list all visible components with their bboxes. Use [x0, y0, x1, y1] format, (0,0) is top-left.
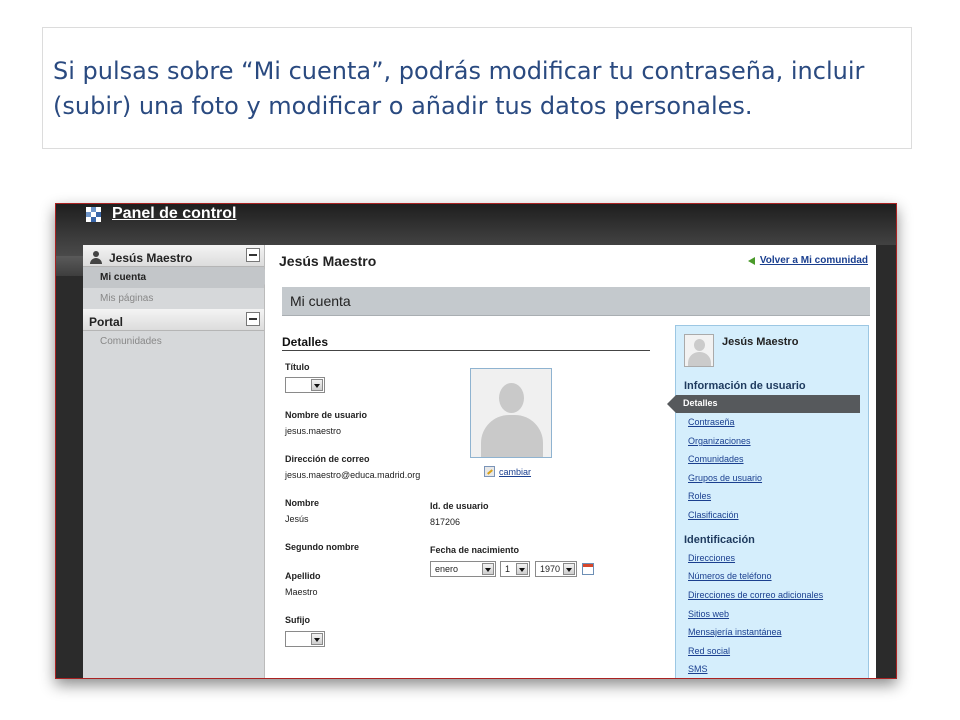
slide-caption: Si pulsas sobre “Mi cuenta”, podrás modi… — [53, 57, 865, 120]
user-id-label: Id. de usuario — [430, 501, 489, 511]
nav-item-roles[interactable]: Roles — [688, 491, 711, 501]
change-photo-link[interactable]: cambiar — [484, 466, 531, 477]
birth-month-select[interactable]: enero — [430, 561, 496, 577]
nav-item-sms[interactable]: SMS — [688, 664, 708, 674]
panel-logo-icon — [86, 207, 101, 222]
birth-day-select[interactable]: 1 — [500, 561, 530, 577]
nav-item-organizaciones[interactable]: Organizaciones — [688, 436, 751, 446]
user-id-value: 817206 — [430, 517, 461, 527]
back-to-community-link[interactable]: Volver a Mi comunidad — [747, 255, 868, 266]
nav-item-contrasena[interactable]: Contraseña — [688, 417, 735, 427]
username-value: jesus.maestro — [285, 426, 342, 436]
birth-year-select[interactable]: 1970 — [535, 561, 577, 577]
main-content: Jesús Maestro Volver a Mi comunidad Mi c… — [265, 245, 876, 678]
email-label: Dirección de correo — [285, 454, 370, 464]
section-title-bar: Mi cuenta — [282, 287, 870, 316]
email-value: jesus.maestro@educa.madrid.org — [285, 470, 421, 480]
back-link-label: Volver a Mi comunidad — [759, 255, 868, 266]
sufijo-select[interactable] — [285, 631, 325, 647]
chevron-down-icon — [311, 379, 323, 391]
right-edge-strip — [876, 245, 896, 678]
collapse-icon[interactable] — [246, 312, 260, 326]
segundo-nombre-label: Segundo nombre — [285, 542, 359, 552]
sidebar-item-mis-paginas[interactable]: Mis páginas — [83, 288, 264, 309]
sidebar-section-user-label: Jesús Maestro — [109, 250, 193, 265]
back-arrow-icon — [747, 256, 755, 265]
collapse-icon[interactable] — [246, 248, 260, 262]
panel-title[interactable]: Panel de control — [112, 205, 236, 223]
nav-item-direcciones[interactable]: Direcciones — [688, 553, 735, 563]
caption-box: Si pulsas sobre “Mi cuenta”, podrás modi… — [42, 27, 912, 149]
titulo-label: Título — [285, 362, 310, 372]
edit-image-icon — [484, 466, 495, 477]
sidebar-item-comunidades[interactable]: Comunidades — [83, 331, 264, 352]
chevron-down-icon — [482, 563, 494, 575]
details-heading: Detalles — [282, 335, 650, 351]
chevron-down-icon — [563, 563, 575, 575]
apellido-label: Apellido — [285, 571, 321, 581]
titulo-select[interactable] — [285, 377, 325, 393]
chevron-down-icon — [311, 633, 323, 645]
identification-heading: Identificación — [684, 534, 755, 546]
page-title: Jesús Maestro — [279, 253, 377, 269]
nav-item-direcciones-de-correo[interactable]: Direcciones de correo adicionales — [688, 590, 823, 600]
calendar-icon[interactable] — [582, 563, 594, 575]
birth-year-value: 1970 — [540, 564, 561, 574]
panel-user-name: Jesús Maestro — [722, 336, 799, 348]
nombre-value: Jesús — [285, 514, 309, 524]
nav-item-sitios-web[interactable]: Sitios web — [688, 609, 729, 619]
birth-date-label: Fecha de nacimiento — [430, 545, 520, 555]
sufijo-label: Sufijo — [285, 615, 310, 625]
avatar — [684, 334, 714, 367]
sidebar-section-portal-label: Portal — [89, 314, 124, 329]
slide: Si pulsas sobre “Mi cuenta”, podrás modi… — [0, 0, 960, 720]
user-icon — [89, 251, 103, 264]
chevron-down-icon — [516, 563, 528, 575]
sidebar-section-portal[interactable]: Portal — [83, 309, 264, 331]
nav-item-clasificacion[interactable]: Clasificación — [688, 510, 739, 520]
sidebar: Jesús Maestro Mi cuenta Mis páginas Port… — [83, 245, 272, 678]
nav-item-detalles[interactable]: Detalles — [667, 395, 860, 413]
nombre-label: Nombre — [285, 498, 320, 508]
apellido-value: Maestro — [285, 587, 318, 597]
username-label: Nombre de usuario — [285, 410, 368, 420]
birth-day-value: 1 — [505, 564, 511, 574]
sidebar-section-user[interactable]: Jesús Maestro — [83, 245, 264, 267]
birth-month-value: enero — [435, 564, 459, 574]
nav-item-numeros-de-telefono[interactable]: Números de teléfono — [688, 571, 772, 581]
profile-photo — [470, 368, 552, 458]
sidebar-item-mi-cuenta[interactable]: Mi cuenta — [83, 267, 272, 288]
control-panel-screenshot: Panel de control Jesús Maestro Mi cuenta… — [55, 203, 897, 679]
user-info-panel: Jesús Maestro Información de usuario Det… — [667, 325, 869, 678]
nav-item-red-social[interactable]: Red social — [688, 646, 730, 656]
change-photo-label: cambiar — [499, 466, 532, 477]
nav-item-mensajeria[interactable]: Mensajería instantánea — [688, 627, 782, 637]
nav-item-grupos-de-usuario[interactable]: Grupos de usuario — [688, 473, 762, 483]
user-info-heading: Información de usuario — [684, 380, 806, 392]
nav-item-comunidades[interactable]: Comunidades — [688, 454, 744, 464]
